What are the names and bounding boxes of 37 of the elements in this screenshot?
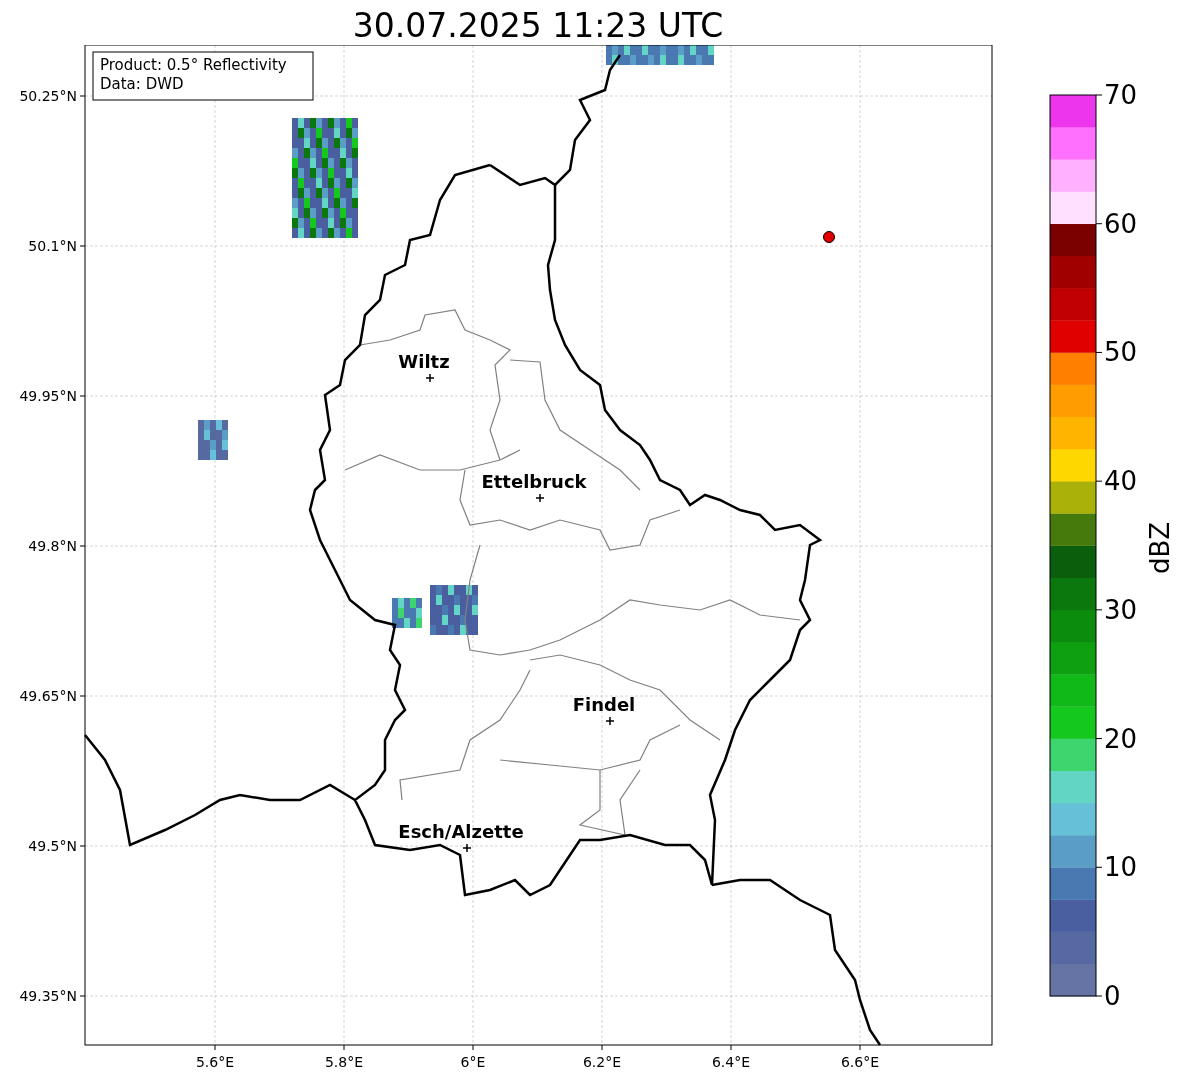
colorbar-tick-label: 70 — [1104, 80, 1138, 110]
info-text: Data: DWD — [100, 75, 184, 93]
y-tick-label: 49.5°N — [28, 838, 77, 854]
y-tick-label: 49.35°N — [19, 988, 77, 1004]
y-tick-label: 49.65°N — [19, 688, 77, 704]
x-tick-label: 5.6°E — [195, 1054, 235, 1070]
city-label: Findel — [572, 694, 636, 715]
city-label: Wiltz — [398, 351, 450, 372]
city-label: Esch/Alzette — [398, 821, 524, 842]
city-marker-icon — [535, 493, 545, 503]
y-tick-label: 49.95°N — [19, 388, 77, 404]
colorbar-tick-label: 60 — [1104, 208, 1138, 239]
colorbar-tick-label: 40 — [1104, 466, 1138, 497]
x-tick-label: 6.4°E — [711, 1054, 751, 1070]
x-tick-label: 5.8°E — [324, 1054, 364, 1070]
radar-echo-drawing — [198, 420, 228, 460]
x-tick-label: 6°E — [460, 1054, 486, 1070]
radar-echo-drawing — [430, 585, 478, 635]
y-tick-label: 50.25°N — [19, 88, 77, 104]
radar-echo-drawing — [392, 598, 422, 628]
colorbar-tick-label: 50 — [1104, 337, 1138, 368]
colorbar-tick-label: 20 — [1104, 723, 1138, 754]
city-marker-icon — [425, 373, 435, 383]
city-marker-icon — [462, 843, 472, 853]
colorbar-tick-label: 30 — [1104, 594, 1138, 625]
colorbar-label: dBZ — [1145, 521, 1175, 575]
y-tick-label: 49.8°N — [28, 538, 77, 554]
chart-title: 30.07.2025 11:23 UTC — [352, 5, 724, 45]
city-label: Ettelbruck — [481, 471, 587, 492]
location-marker — [823, 231, 835, 243]
info-text: Product: 0.5° Reflectivity — [100, 56, 287, 74]
y-tick-label: 50.1°N — [28, 238, 77, 254]
x-tick-label: 6.6°E — [840, 1054, 880, 1070]
x-tick-label: 6.2°E — [582, 1054, 622, 1070]
city-marker-icon — [605, 716, 615, 726]
colorbar-tick-label: 0 — [1104, 981, 1121, 1011]
colorbar-tick-label: 10 — [1104, 852, 1138, 883]
